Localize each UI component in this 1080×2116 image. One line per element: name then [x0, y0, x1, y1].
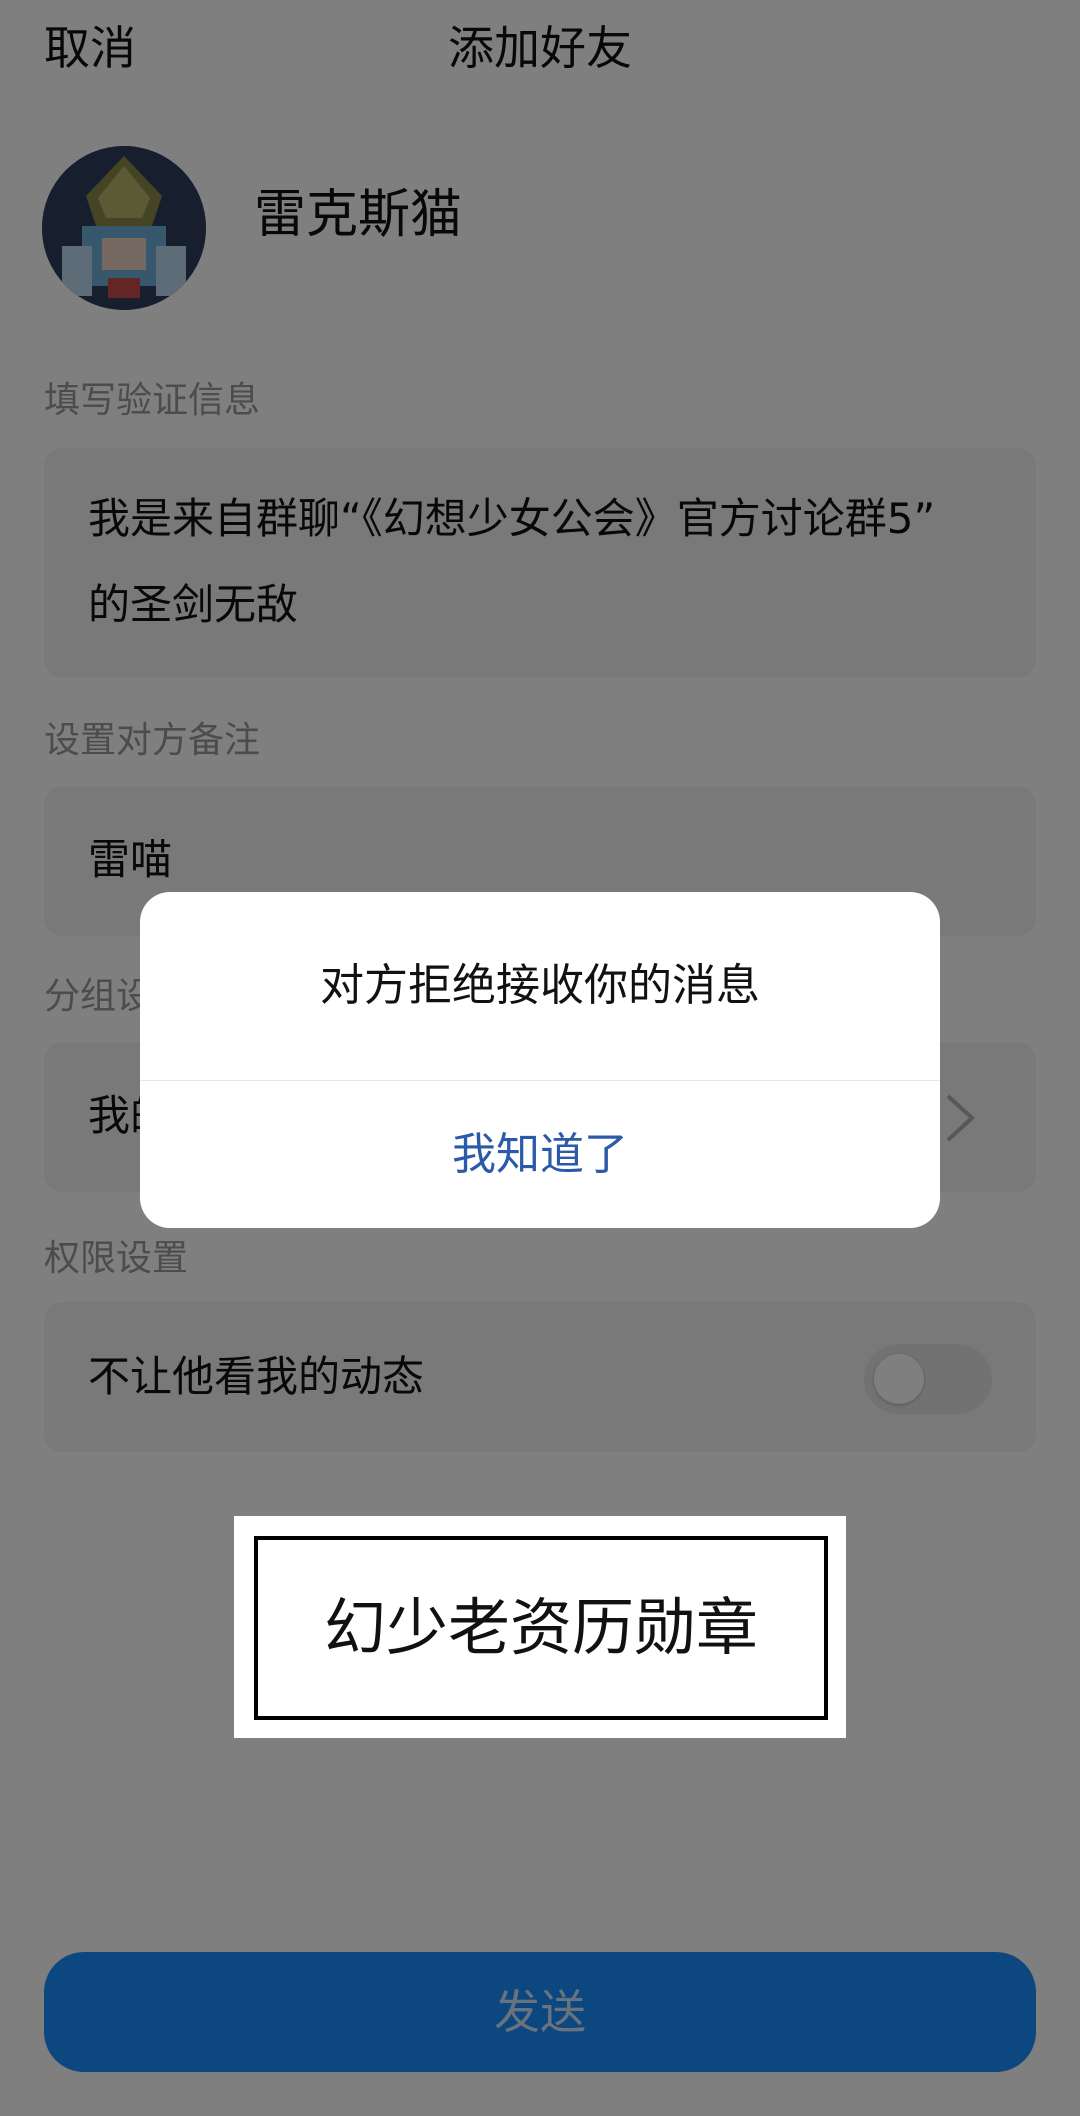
- acknowledge-button[interactable]: 我知道了: [140, 1081, 940, 1228]
- dialog-message: 对方拒绝接收你的消息: [320, 960, 760, 1011]
- badge-caption: 幻少老资历勋章: [254, 1536, 828, 1720]
- badge-caption-box: 幻少老资历勋章: [234, 1516, 846, 1738]
- alert-dialog: 对方拒绝接收你的消息 我知道了: [140, 892, 940, 1228]
